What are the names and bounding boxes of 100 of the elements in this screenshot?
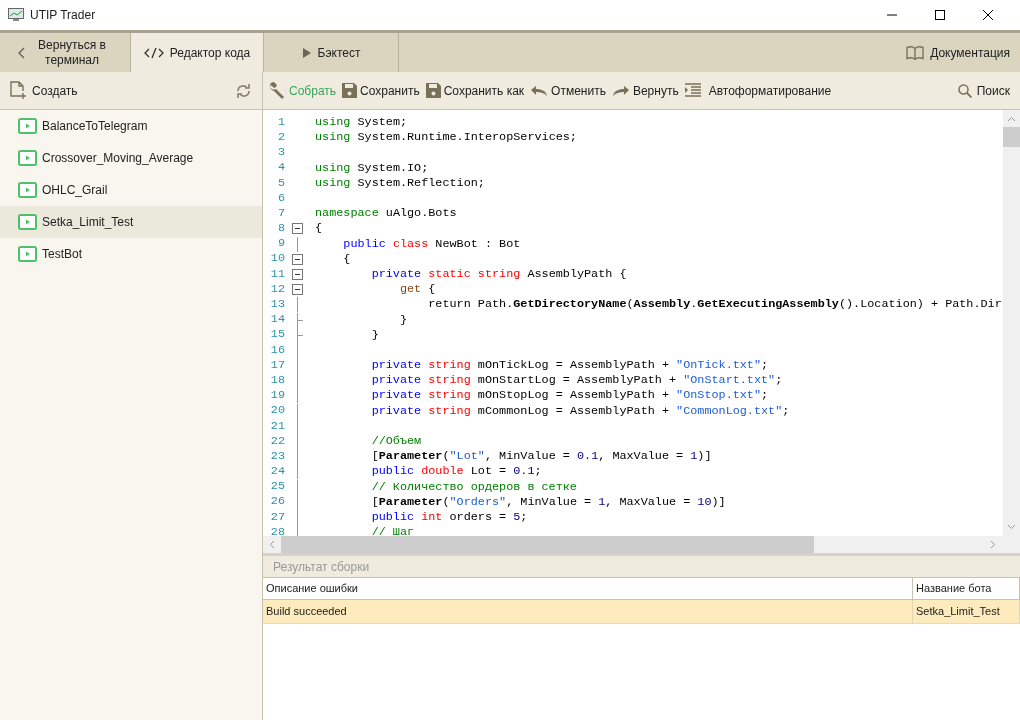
scroll-up-icon[interactable] [1007, 116, 1016, 122]
line-number: 25 [269, 478, 285, 496]
bot-list-item[interactable]: OHLC_Grail [0, 174, 262, 206]
collapse-icon[interactable] [291, 268, 303, 280]
indent-icon [684, 83, 701, 98]
line-number: 7 [276, 204, 285, 222]
bot-play-icon [18, 182, 37, 198]
save-button[interactable]: Сохранить [342, 81, 420, 100]
code-line: using System; [315, 115, 408, 131]
line-number: 13 [269, 296, 285, 313]
refresh-icon[interactable] [235, 82, 252, 99]
code-line: // Шаг [370, 525, 415, 536]
code-line: public class NewBot : Bot [342, 236, 521, 252]
code-line: get { [398, 282, 436, 298]
line-number: 24 [269, 463, 285, 481]
panel-title: Результат сборки [273, 558, 370, 576]
line-number: 1 [276, 113, 285, 131]
line-number: 26 [269, 493, 285, 511]
format-button[interactable]: Автоформатирование [684, 81, 832, 100]
undo-icon [530, 84, 549, 97]
line-number: 10 [269, 250, 285, 268]
code-line: { [315, 221, 323, 237]
code-line: private static string AssemblyPath { [370, 266, 627, 282]
bot-list-item[interactable]: Setka_Limit_Test [0, 206, 262, 238]
code-line: using System.IO; [315, 160, 429, 176]
code-line: //Объем [370, 434, 422, 450]
code-line: private string mOnStartLog = AssemblyPath + "OnStart.txt"; [370, 373, 783, 389]
line-number: 3 [276, 144, 285, 162]
line-number: 5 [276, 174, 285, 192]
line-number: 2 [276, 128, 285, 146]
new-file-icon [10, 81, 27, 100]
bot-play-icon [18, 246, 37, 262]
code-line: public double Lot = 0.1; [370, 464, 542, 480]
line-number: 8 [276, 220, 285, 238]
collapse-icon[interactable] [291, 284, 303, 296]
line-number: 12 [269, 280, 285, 298]
line-number: 17 [269, 356, 285, 374]
bot-list-item[interactable]: TestBot [0, 238, 262, 270]
horizontal-scrollbar[interactable] [263, 536, 1020, 553]
code-line: public int orders = 5; [370, 509, 528, 525]
bot-list-item[interactable]: BalanceToTelegram [0, 110, 262, 142]
code-line: { [342, 251, 351, 267]
collapse-icon[interactable] [291, 223, 303, 235]
bot-list-item[interactable]: Crossover_Moving_Average [0, 142, 262, 174]
table-cell: Setka_Limit_Test [913, 600, 1020, 623]
scroll-left-icon[interactable] [269, 540, 275, 549]
code-icon [143, 47, 164, 59]
scroll-thumb[interactable] [281, 536, 814, 553]
search-icon [957, 83, 972, 98]
tab[interactable]: Редактор кода [131, 33, 264, 73]
bot-play-icon [18, 214, 37, 230]
line-number: 11 [269, 265, 285, 283]
bot-play-icon [18, 118, 37, 134]
line-number: 14 [269, 311, 285, 329]
save-button[interactable]: Сохранить как [425, 81, 525, 100]
documentation-link[interactable]: Документация [906, 33, 1010, 72]
scroll-thumb[interactable] [1003, 127, 1020, 147]
scroll-down-icon[interactable] [1007, 524, 1016, 530]
book-icon [906, 45, 925, 60]
app-chart-icon [8, 8, 24, 22]
line-number: 22 [269, 432, 285, 450]
bot-play-icon [18, 150, 37, 166]
line-number: 4 [276, 159, 285, 177]
line-number: 21 [269, 417, 285, 435]
code-line: using System.Runtime.InteropServices; [315, 130, 577, 146]
collapse-icon[interactable] [291, 253, 303, 265]
line-number: 9 [276, 235, 285, 253]
column-header[interactable]: Название бота [913, 578, 1020, 599]
maximize-icon[interactable] [935, 10, 945, 20]
line-number: 28 [269, 523, 285, 536]
line-number: 23 [269, 447, 285, 465]
code-line: return Path.GetDirectoryName(Assembly.GetExecutingAssembly().Location) + Path.Dir [427, 297, 1002, 313]
undo-button[interactable]: Отменить [530, 81, 606, 100]
column-header[interactable]: Описание ошибки [263, 578, 913, 599]
window-title: UTIP Trader [30, 7, 96, 24]
line-number: 16 [269, 341, 285, 359]
vertical-scrollbar[interactable] [1003, 110, 1020, 536]
line-number: 18 [269, 371, 285, 389]
play-icon [301, 46, 312, 59]
line-number: 20 [269, 402, 285, 420]
close-icon[interactable] [983, 10, 993, 20]
line-number: 19 [269, 387, 285, 405]
code-line: [Parameter("Lot", MinValue = 0.1, MaxValue = 1)] [370, 449, 712, 465]
table-cell: Build succeeded [263, 600, 913, 623]
code-line: private string mOnStopLog = AssemblyPath + "OnStop.txt"; [370, 388, 769, 404]
code-line: } [370, 327, 379, 343]
redo-button[interactable]: Вернуть [611, 81, 679, 100]
line-number: 27 [269, 508, 285, 526]
line-number: 6 [276, 189, 285, 207]
result-row[interactable]: Build succeeded Setka_Limit_Test [263, 600, 1020, 624]
line-number: 15 [269, 326, 285, 344]
code-line: // Количество ордеров в сетке [370, 479, 577, 495]
create-button[interactable]: Создать [10, 81, 78, 100]
code-line: private string mCommonLog = AssemblyPath + "CommonLog.txt"; [370, 403, 790, 419]
code-line: [Parameter("Orders", MinValue = 1, MaxValue = 10)] [370, 494, 726, 510]
wrench-icon [268, 81, 286, 100]
scroll-right-icon[interactable] [990, 540, 996, 549]
search-button[interactable]: Поиск [957, 81, 1010, 100]
chevron-left-icon [18, 46, 26, 59]
code-line: using System.Reflection; [315, 175, 485, 191]
